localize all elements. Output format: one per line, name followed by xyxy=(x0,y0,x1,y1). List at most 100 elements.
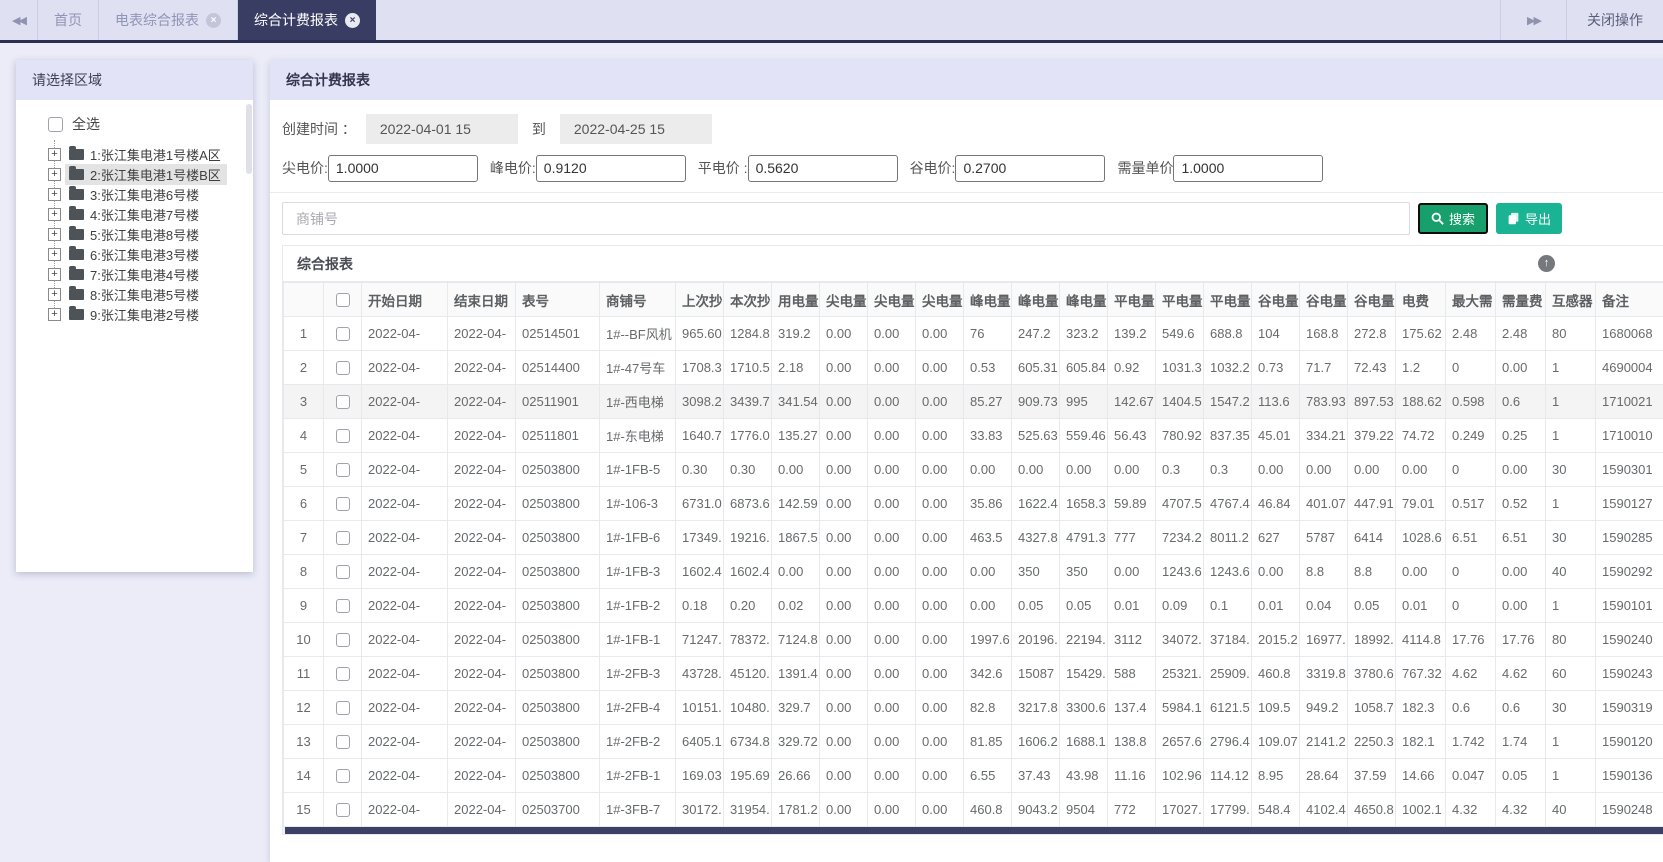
peak-price-input[interactable] xyxy=(535,154,686,182)
horizontal-scrollbar[interactable] xyxy=(283,827,1663,834)
table-cell: 10151. xyxy=(675,690,724,725)
select-all-checkbox[interactable] xyxy=(48,116,63,132)
table-cell: 28.64 xyxy=(1299,758,1348,793)
table-cell: 1708.3 xyxy=(675,350,724,385)
close-tab-icon[interactable]: × xyxy=(345,12,360,28)
table-cell: 0.09 xyxy=(1155,588,1204,623)
table-cell: 272.8 xyxy=(1347,316,1396,351)
table-cell: 71247. xyxy=(675,622,724,657)
row-checkbox[interactable] xyxy=(335,531,350,546)
tree-item[interactable]: +5:张江集电港8号楼 xyxy=(30,224,253,244)
table-cell: 0.00 xyxy=(915,792,964,827)
table-cell: 1#-2FB-1 xyxy=(599,758,676,793)
table-cell: 780.92 xyxy=(1155,418,1204,453)
row-checkbox[interactable] xyxy=(335,497,350,512)
date-from-input[interactable] xyxy=(365,114,518,144)
row-checkbox[interactable] xyxy=(335,701,350,716)
tab-label: 综合计费报表 xyxy=(254,12,338,28)
table-cell: 0.00 xyxy=(819,350,868,385)
tree-item[interactable]: +2:张江集电港1号楼B区 xyxy=(30,163,253,185)
double-chevron-left-icon: ◀◀ xyxy=(12,14,27,27)
table-cell: 1590127 xyxy=(1595,486,1663,521)
row-checkbox[interactable] xyxy=(335,565,350,580)
expand-plus-icon[interactable]: + xyxy=(48,187,61,201)
collapse-panel-icon[interactable]: ↑ xyxy=(1538,255,1555,272)
demand-price-label: 需量单价 xyxy=(1117,160,1174,176)
tree-item[interactable]: +3:张江集电港6号楼 xyxy=(30,184,253,204)
row-checkbox[interactable] xyxy=(335,599,350,614)
row-checkbox[interactable] xyxy=(335,463,350,478)
expand-plus-icon[interactable]: + xyxy=(48,287,61,301)
tree-item[interactable]: +8:张江集电港5号楼 xyxy=(30,284,253,304)
table-cell: 30172. xyxy=(675,792,724,827)
row-checkbox[interactable] xyxy=(335,803,350,818)
table-cell: 2.18 xyxy=(771,350,820,385)
row-checkbox[interactable] xyxy=(335,361,350,376)
table-cell: 142.67 xyxy=(1107,384,1156,419)
close-tab-icon[interactable]: × xyxy=(206,12,221,28)
select-all-rows-checkbox[interactable] xyxy=(335,293,350,308)
demand-price-input[interactable] xyxy=(1173,154,1324,182)
close-operations-button[interactable]: 关闭操作 xyxy=(1566,0,1663,40)
horizontal-scrollbar-thumb[interactable] xyxy=(285,827,1663,834)
expand-plus-icon[interactable]: + xyxy=(48,267,61,281)
tab-home[interactable]: 首页 xyxy=(38,0,99,40)
table-cell: 1#-2FB-3 xyxy=(599,656,676,691)
row-checkbox[interactable] xyxy=(335,395,350,410)
expand-plus-icon[interactable]: + xyxy=(48,147,61,161)
table-cell: 4.62 xyxy=(1445,656,1496,691)
date-to-input[interactable] xyxy=(559,114,712,144)
table-cell: 0 xyxy=(1445,350,1496,385)
table-cell: 559.46 xyxy=(1059,418,1108,453)
table-cell: 777 xyxy=(1107,520,1156,555)
tabs-scroll-left-button[interactable]: ◀◀ xyxy=(0,0,38,40)
row-checkbox[interactable] xyxy=(335,633,350,648)
tree-item[interactable]: +6:张江集电港3号楼 xyxy=(30,244,253,264)
table-cell: 109.07 xyxy=(1251,724,1300,759)
expand-plus-icon[interactable]: + xyxy=(48,207,61,221)
sidebar-scrollbar-thumb[interactable] xyxy=(246,104,252,174)
table-cell: 16977. xyxy=(1299,622,1348,657)
table-cell: 37.59 xyxy=(1347,758,1396,793)
tab-meter-report[interactable]: 电表综合报表 × xyxy=(99,0,238,40)
row-checkbox[interactable] xyxy=(335,667,350,682)
search-button[interactable]: 搜索 xyxy=(1418,203,1489,234)
table-row: 4 2022-04- 2022-04- 02511801 1#-东电梯 1640.7 177… xyxy=(283,418,1663,453)
table-cell: 401.07 xyxy=(1299,486,1348,521)
expand-plus-icon[interactable]: + xyxy=(48,167,61,181)
table-cell: 2015.2 xyxy=(1251,622,1300,657)
row-number: 15 xyxy=(283,792,324,827)
tree-item[interactable]: +1:张江集电港1号楼A区 xyxy=(30,144,253,164)
tree-item[interactable]: +7:张江集电港4号楼 xyxy=(30,264,253,284)
row-checkbox[interactable] xyxy=(335,429,350,444)
select-all-row[interactable]: 全选 xyxy=(48,114,253,134)
table-cell: 0.00 xyxy=(1299,452,1348,487)
export-button[interactable]: 导出 xyxy=(1496,203,1563,234)
sharp-price-input[interactable] xyxy=(327,154,478,182)
table-cell: 37.43 xyxy=(1011,758,1060,793)
expand-plus-icon[interactable]: + xyxy=(48,227,61,241)
table-cell: 02503800 xyxy=(515,588,600,623)
row-checkbox[interactable] xyxy=(335,327,350,342)
table-cell: 0.00 xyxy=(867,656,916,691)
table-cell: 247.2 xyxy=(1011,316,1060,351)
table-cell: 114.12 xyxy=(1203,758,1252,793)
valley-price-input[interactable] xyxy=(955,154,1106,182)
expand-plus-icon[interactable]: + xyxy=(48,307,61,321)
tree-item[interactable]: +9:张江集电港2号楼 xyxy=(30,304,253,324)
expand-plus-icon[interactable]: + xyxy=(48,247,61,261)
table-cell: 02514501 xyxy=(515,316,600,351)
flat-price-input[interactable] xyxy=(747,154,898,182)
tree-item[interactable]: +4:张江集电港7号楼 xyxy=(30,204,253,224)
table-cell: 627 xyxy=(1251,520,1300,555)
shop-number-input[interactable] xyxy=(282,202,1410,235)
table-cell: 2250.3 xyxy=(1347,724,1396,759)
row-checkbox[interactable] xyxy=(335,735,350,750)
table-cell: 1#-3FB-7 xyxy=(599,792,676,827)
report-table-header: 综合报表 ↑ xyxy=(283,246,1663,282)
row-checkbox[interactable] xyxy=(335,769,350,784)
table-cell: 1 xyxy=(1545,588,1596,623)
table-row: 1 2022-04- 2022-04- 02514501 1#--BF风机 965.60 1… xyxy=(283,316,1663,351)
tabs-scroll-right-button[interactable]: ▶▶ xyxy=(1500,0,1566,40)
tab-billing-report[interactable]: 综合计费报表 × xyxy=(238,0,376,40)
